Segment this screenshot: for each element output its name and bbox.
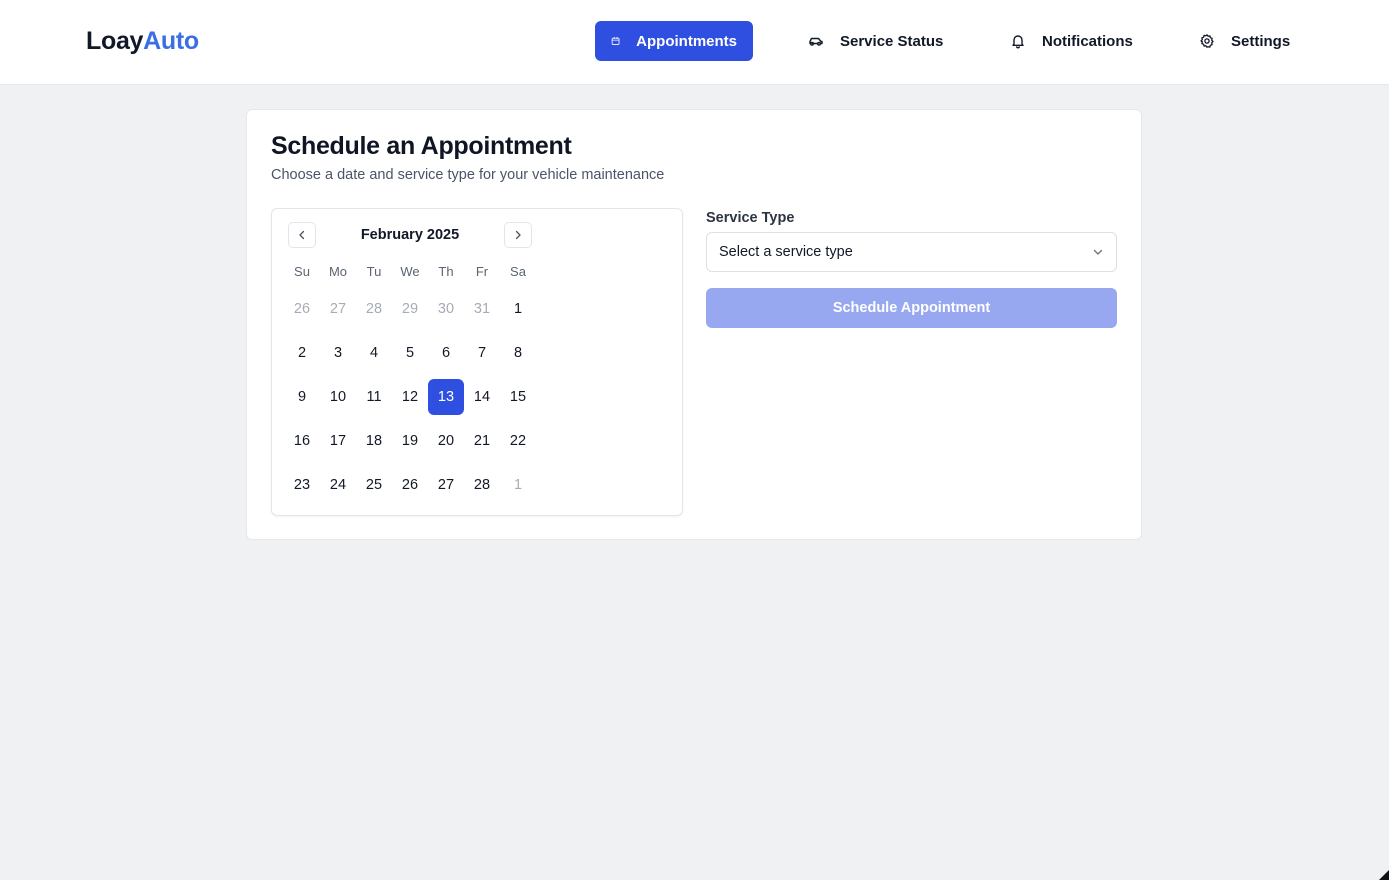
calendar-day[interactable]: 28 (464, 467, 500, 503)
calendar-day[interactable]: 6 (428, 335, 464, 371)
nav-settings[interactable]: Settings (1199, 21, 1290, 61)
calendar-day[interactable]: 3 (320, 335, 356, 371)
calendar-day[interactable]: 1 (500, 291, 536, 327)
nav-appointments-label: Appointments (636, 32, 737, 50)
calendar-day[interactable]: 21 (464, 423, 500, 459)
calendar-day[interactable]: 5 (392, 335, 428, 371)
bell-icon (1012, 35, 1024, 49)
calendar-day[interactable]: 11 (356, 379, 392, 415)
calendar-day[interactable]: 18 (356, 423, 392, 459)
calendar-day[interactable]: 27 (320, 291, 356, 327)
weekday-label: Mo (328, 264, 348, 279)
calendar-day[interactable]: 10 (320, 379, 356, 415)
calendar-day[interactable]: 25 (356, 467, 392, 503)
gear-icon (1200, 34, 1214, 48)
chevron-right-icon (515, 230, 521, 240)
calendar-day[interactable]: 27 (428, 467, 464, 503)
calendar-day[interactable]: 9 (284, 379, 320, 415)
chevron-down-icon (1093, 249, 1103, 255)
nav-service-status[interactable]: Service Status (808, 21, 943, 61)
calendar-month-label: February 2025 (360, 227, 460, 243)
calendar-day[interactable]: 16 (284, 423, 320, 459)
nav-appointments[interactable]: Appointments (595, 21, 753, 61)
weekday-label: Su (294, 264, 310, 279)
calendar-day[interactable]: 1 (500, 467, 536, 503)
service-type-select[interactable]: Select a service type (706, 232, 1117, 272)
calendar-day-grid: 26 27 28 29 30 31 1 2 3 4 5 6 7 8 9 10 11 12 13 14 15 16 17 18 1… (284, 291, 536, 503)
weekday-label: Sa (510, 264, 526, 279)
calendar-day[interactable]: 15 (500, 379, 536, 415)
calendar-day[interactable]: 20 (428, 423, 464, 459)
page-subtitle: Choose a date and service type for your … (271, 167, 665, 183)
calendar-day[interactable]: 4 (356, 335, 392, 371)
schedule-appointment-button[interactable]: Schedule Appointment (706, 288, 1117, 328)
calendar-day[interactable]: 28 (356, 291, 392, 327)
calendar-day[interactable]: 19 (392, 423, 428, 459)
brand-name-part1: Loay (86, 27, 144, 55)
window-corner (1379, 870, 1389, 880)
nav-notifications[interactable]: Notifications (1010, 21, 1133, 61)
weekday-label: Fr (475, 264, 489, 279)
calendar-day[interactable]: 29 (392, 291, 428, 327)
calendar-day[interactable]: 24 (320, 467, 356, 503)
date-picker-calendar: February 2025 Su Mo Tu We Th Fr Sa 26 27 2… (271, 208, 683, 516)
appointment-card: Schedule an Appointment Choose a date an… (246, 109, 1142, 540)
next-month-button[interactable] (504, 222, 532, 248)
calendar-day[interactable]: 7 (464, 335, 500, 371)
top-navigation-bar: LoayAuto Appointments Service Status Not… (0, 0, 1389, 85)
chevron-left-icon (299, 230, 305, 240)
service-type-placeholder: Select a service type (719, 244, 853, 260)
calendar-day[interactable]: 30 (428, 291, 464, 327)
page-title: Schedule an Appointment (271, 132, 572, 160)
nav-notifications-label: Notifications (1042, 32, 1133, 50)
weekday-label: Th (438, 264, 454, 279)
calendar-day[interactable]: 2 (284, 335, 320, 371)
nav-service-status-label: Service Status (840, 32, 944, 50)
weekday-label: We (400, 264, 420, 279)
brand-name-part2: Auto (143, 27, 199, 55)
calendar-day[interactable]: 14 (464, 379, 500, 415)
calendar-day[interactable]: 23 (284, 467, 320, 503)
car-icon (809, 37, 823, 46)
service-type-label: Service Type (706, 210, 795, 226)
calendar-icon (611, 36, 620, 45)
calendar-weekday-header: Su Mo Tu We Th Fr Sa (284, 264, 536, 279)
brand-logo[interactable]: LoayAuto (86, 27, 199, 55)
calendar-day[interactable]: 8 (500, 335, 536, 371)
calendar-day[interactable]: 22 (500, 423, 536, 459)
previous-month-button[interactable] (288, 222, 316, 248)
calendar-day[interactable]: 12 (392, 379, 428, 415)
weekday-label: Tu (366, 264, 382, 279)
calendar-day[interactable]: 31 (464, 291, 500, 327)
calendar-day-selected[interactable]: 13 (428, 379, 464, 415)
calendar-day[interactable]: 17 (320, 423, 356, 459)
calendar-day[interactable]: 26 (284, 291, 320, 327)
nav-settings-label: Settings (1231, 32, 1291, 50)
calendar-day[interactable]: 26 (392, 467, 428, 503)
